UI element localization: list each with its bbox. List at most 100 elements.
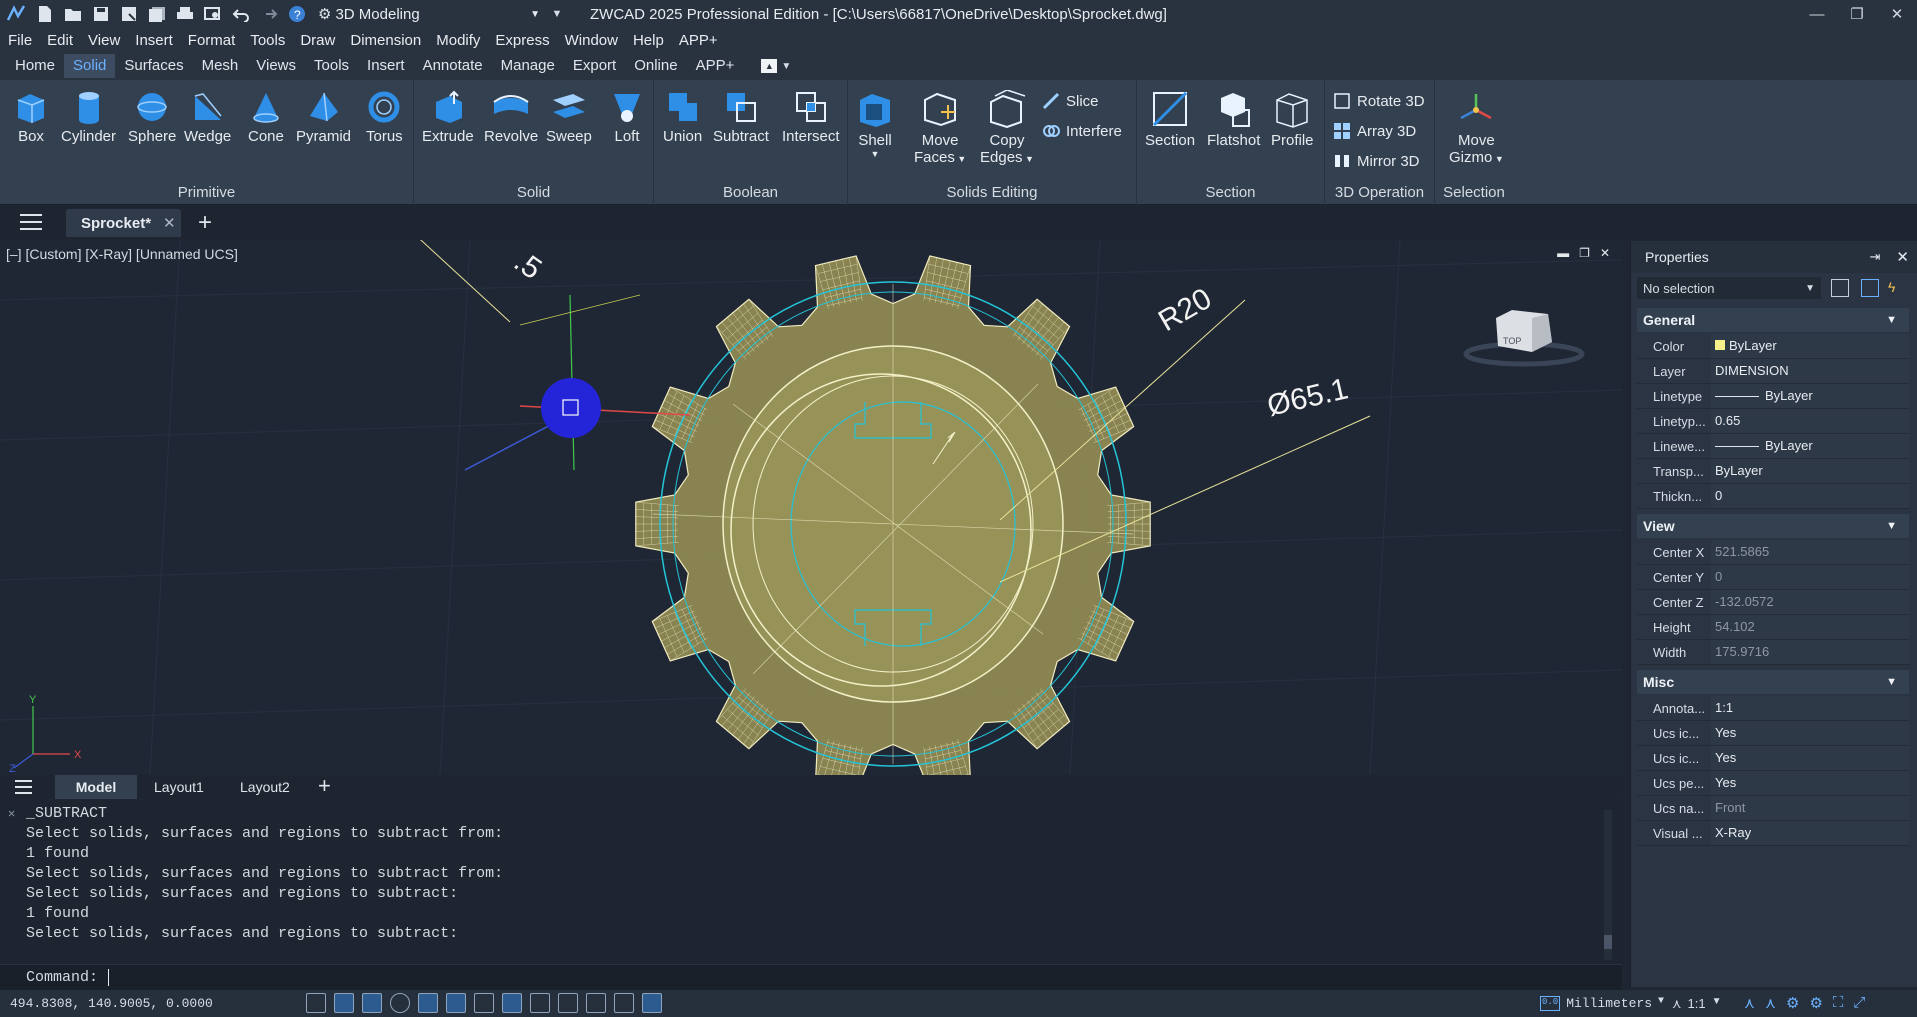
transparency-icon[interactable] [558,993,578,1013]
move-gizmo-button[interactable]: Move Gizmo ▼ [1449,90,1504,166]
menu-modify[interactable]: Modify [436,32,480,49]
copy-edges-button[interactable]: Copy Edges ▼ [980,90,1034,166]
dynamic-input-icon[interactable] [502,993,522,1013]
property-row[interactable]: Ucs ic... Yes [1637,721,1909,746]
menu-hamburger-icon[interactable] [20,214,42,230]
menu-app-plus[interactable]: APP+ [679,32,718,49]
property-row[interactable]: Ucs na... Front [1637,796,1909,821]
rotate-3d-button[interactable]: Rotate 3D [1333,92,1425,110]
property-row[interactable]: Layer DIMENSION [1637,359,1909,384]
help-icon[interactable]: ? [286,3,308,25]
property-row[interactable]: Visual ... X-Ray [1637,821,1909,846]
selection-dropdown[interactable]: No selection ▼ [1637,277,1821,299]
workspace-dropdown[interactable]: ⚙ 3D Modeling ▼ [318,3,540,25]
property-row[interactable]: Center Z -132.0572 [1637,590,1909,615]
otrack-icon[interactable] [446,993,466,1013]
viewport-close-icon[interactable]: ✕ [1600,246,1610,260]
customize-quick-access-icon[interactable]: ▼ [546,3,568,25]
dock-icon[interactable]: ⇥ [1870,249,1881,265]
osnap-icon[interactable] [418,993,438,1013]
section-general[interactable]: General ▼ [1637,308,1909,332]
property-row[interactable]: Color ByLayer [1637,334,1909,359]
torus-button[interactable]: Torus [366,90,403,145]
save-all-icon[interactable] [146,3,168,25]
viewport-label[interactable]: [–] [Custom] [X-Ray] [Unnamed UCS] [6,246,238,262]
property-row[interactable]: Ucs pe... Yes [1637,771,1909,796]
menu-help[interactable]: Help [633,32,664,49]
settings-icon[interactable]: ⚙ [1809,994,1822,1012]
redo-icon[interactable] [258,3,280,25]
box-button[interactable]: Box [14,90,48,145]
menu-express[interactable]: Express [495,32,549,49]
auto-scale-icon[interactable]: ⋏ [1765,994,1776,1012]
menu-tools[interactable]: Tools [250,32,285,49]
print-icon[interactable] [174,3,196,25]
add-layout-icon[interactable]: + [318,773,331,799]
workspace-settings-icon[interactable]: ⚙ [1786,994,1799,1012]
menu-dimension[interactable]: Dimension [350,32,421,49]
annotation-scale[interactable]: ⋏ 1:1 ▼ [1672,996,1722,1012]
menu-draw[interactable]: Draw [300,32,335,49]
units-dropdown[interactable]: 0.0 Millimeters ▼ [1540,996,1664,1011]
menu-insert[interactable]: Insert [135,32,173,49]
sphere-button[interactable]: Sphere [128,90,176,145]
command-window-close-icon[interactable]: ✕ [8,806,15,821]
sweep-button[interactable]: Sweep [546,90,592,145]
open-folder-icon[interactable] [62,3,84,25]
save-as-icon[interactable] [118,3,140,25]
tab-home[interactable]: Home [6,54,64,78]
close-properties-icon[interactable]: ✕ [1896,248,1909,266]
menu-format[interactable]: Format [188,32,236,49]
pyramid-button[interactable]: Pyramid [296,90,351,145]
property-row[interactable]: Linewe... ByLayer [1637,434,1909,459]
new-tab-icon[interactable]: + [198,209,212,237]
viewport-minimize-icon[interactable]: ▬ [1557,246,1569,260]
menu-window[interactable]: Window [565,32,618,49]
wedge-button[interactable]: Wedge [184,90,231,145]
save-icon[interactable] [90,3,112,25]
flatshot-button[interactable]: Flatshot [1207,90,1260,149]
tab-layout2[interactable]: Layout2 [240,775,290,799]
loft-button[interactable]: Loft [610,90,644,145]
tab-surfaces[interactable]: Surfaces [115,54,192,78]
property-row[interactable]: Transp... ByLayer [1637,459,1909,484]
undo-icon[interactable] [230,3,252,25]
selection-cycling-icon[interactable] [586,993,606,1013]
section-view[interactable]: View ▼ [1637,514,1909,538]
select-objects-icon[interactable] [1861,279,1879,297]
ortho-icon[interactable] [362,993,382,1013]
tab-manage[interactable]: Manage [492,54,564,78]
move-faces-button[interactable]: Move Faces ▼ [914,90,966,166]
quick-select-icon[interactable]: ϟ [1888,279,1906,297]
command-input[interactable]: Command: [0,964,1622,990]
viewcube[interactable]: TOP [1463,310,1585,367]
print-preview-icon[interactable] [202,3,224,25]
tab-mesh[interactable]: Mesh [193,54,248,78]
new-file-icon[interactable] [34,3,56,25]
sprocket-model[interactable] [635,255,1151,775]
drawing-viewport[interactable]: R20 Ø65.1 .5 Y X Z TOP [–] [Custom] [X-R… [0,240,1622,775]
document-tab-sprocket[interactable]: Sprocket* ✕ [66,209,181,237]
union-button[interactable]: Union [663,90,702,145]
property-row[interactable]: Width 175.9716 [1637,640,1909,665]
close-icon[interactable]: ✕ [1877,0,1917,28]
ribbon-display-toggle-icon[interactable]: ▲ [761,59,778,73]
intersect-button[interactable]: Intersect [782,90,840,145]
cylinder-button[interactable]: Cylinder [61,90,116,145]
viewport-restore-icon[interactable]: ❐ [1579,246,1590,260]
snap-icon[interactable] [334,993,354,1013]
tab-solid[interactable]: Solid [64,54,116,78]
command-scrollbar[interactable] [1604,810,1612,960]
property-row[interactable]: Linetype ByLayer [1637,384,1909,409]
cone-button[interactable]: Cone [248,90,284,145]
layout-menu-icon[interactable] [15,780,32,794]
toggle-pickadd-icon[interactable] [1831,279,1849,297]
revolve-button[interactable]: Revolve [484,90,538,145]
grid-icon[interactable] [306,993,326,1013]
tab-insert[interactable]: Insert [358,54,414,78]
property-row[interactable]: Linetyp... 0.65 [1637,409,1909,434]
tab-app-plus[interactable]: APP+ [687,54,744,78]
slice-button[interactable]: Slice [1042,92,1099,110]
quick-properties-icon[interactable] [614,993,634,1013]
property-row[interactable]: Thickn... 0 [1637,484,1909,509]
